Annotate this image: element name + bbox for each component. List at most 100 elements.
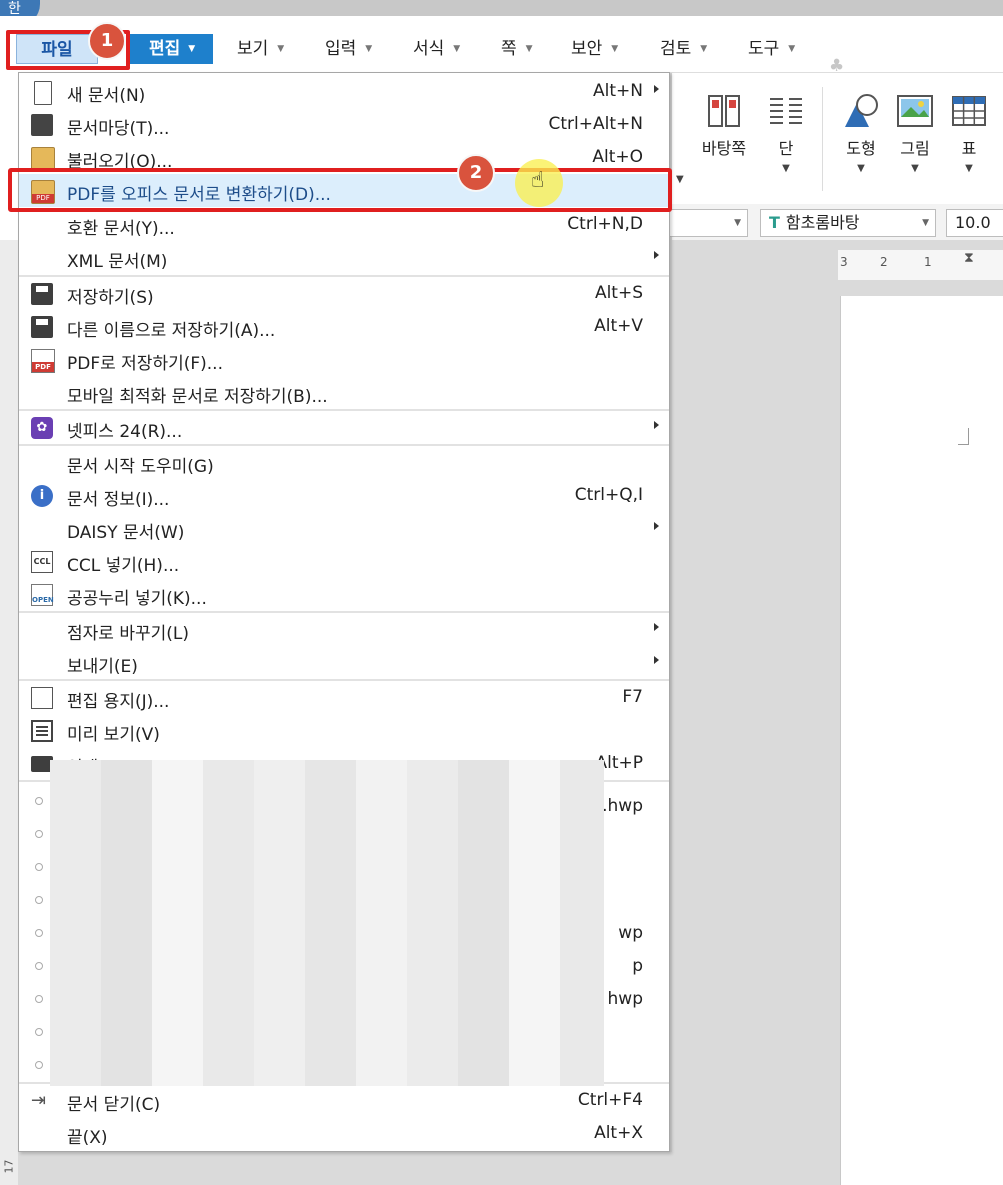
redaction-pixel: [458, 862, 510, 914]
tab-format[interactable]: 서식 ▼: [413, 36, 460, 62]
recent-file-bullet-icon: [35, 929, 43, 937]
redaction-pixel: [356, 862, 408, 914]
column-button[interactable]: 단 ▼: [760, 93, 812, 174]
font-size-combo[interactable]: 10.0: [946, 209, 1003, 237]
redaction-pixel: [152, 1066, 204, 1086]
table-label: 표: [961, 139, 977, 158]
chevron-down-icon: ▼: [188, 44, 196, 54]
menu-item-save-pdf[interactable]: PDF PDF로 저장하기(F)...: [19, 343, 669, 376]
redaction-pixel: [254, 1066, 306, 1086]
menu-item-label: 공공누리 넣기(K)...: [67, 589, 207, 609]
horizontal-ruler[interactable]: 3 2 1 ⧗: [838, 250, 1003, 280]
redaction-pixel: [356, 1015, 408, 1067]
redaction-pixel: [458, 760, 510, 812]
menu-item-shortcut: Ctrl+F4: [577, 1090, 643, 1110]
menu-item-send[interactable]: 보내기(E): [19, 646, 669, 679]
new-document-icon: [34, 81, 52, 105]
redaction-pixel: [254, 913, 306, 965]
menu-item-label: DAISY 문서(W): [67, 523, 185, 543]
chevron-down-icon: ▼: [365, 44, 373, 54]
menu-item-label: 편집 용지(J)...: [67, 692, 170, 712]
help-icon[interactable]: ♣: [829, 56, 851, 76]
page-setup-icon: [31, 687, 53, 709]
menu-item-label: 넷피스 24(R)...: [67, 422, 183, 442]
menu-item-template[interactable]: 문서마당(T)... Ctrl+Alt+N: [19, 108, 669, 141]
recent-file-bullet-icon: [35, 962, 43, 970]
redaction-pixel: [305, 760, 357, 812]
menu-item-braille[interactable]: 점자로 바꾸기(L): [19, 613, 669, 646]
vertical-ruler[interactable]: 17: [0, 240, 18, 1185]
menu-item-save-as[interactable]: 다른 이름으로 저장하기(A)... Alt+V: [19, 310, 669, 343]
menu-item-insert-ccl[interactable]: CCL CCL 넣기(H)...: [19, 545, 669, 578]
menu-item-daisy[interactable]: DAISY 문서(W): [19, 512, 669, 545]
tab-edit[interactable]: 편집 ▼: [128, 34, 213, 64]
step-marker-1-number: 1: [100, 30, 114, 51]
menu-item-label: CCL 넣기(H)...: [67, 556, 180, 576]
tab-page-label: 쪽: [501, 39, 517, 59]
tab-insert[interactable]: 입력 ▼: [325, 36, 372, 62]
picture-label: 그림: [900, 139, 930, 158]
menu-item-close-document[interactable]: ⇥ 문서 닫기(C) Ctrl+F4: [19, 1084, 669, 1117]
chevron-down-icon: ▼: [525, 44, 533, 54]
netffice-icon: ✿: [31, 417, 53, 439]
tab-page[interactable]: 쪽 ▼: [501, 36, 533, 62]
redaction-pixel: [560, 760, 604, 812]
step-marker-2-number: 2: [469, 162, 483, 183]
chevron-down-icon: ▼: [965, 163, 973, 174]
menu-item-insert-open-license[interactable]: OPEN 공공누리 넣기(K)...: [19, 578, 669, 611]
ruler-tick: 1: [924, 255, 932, 269]
chevron-down-icon: ▼: [911, 163, 919, 174]
redaction-pixel: [50, 1015, 102, 1067]
tab-tools[interactable]: 도구 ▼: [748, 36, 795, 62]
menu-item-save[interactable]: 저장하기(S) Alt+S: [19, 277, 669, 310]
shape-label: 도형: [846, 139, 876, 158]
redaction-pixel: [101, 1066, 153, 1086]
shape-button[interactable]: 도형 ▼: [838, 93, 884, 174]
menu-item-shortcut: Ctrl+Alt+N: [548, 114, 643, 134]
recent-file-bullet-icon: [35, 797, 43, 805]
master-page-icon: [706, 93, 742, 129]
recent-file-bullet-icon: [35, 830, 43, 838]
tab-view[interactable]: 보기 ▼: [237, 36, 284, 62]
ribbon-separator: [822, 87, 823, 191]
redaction-pixel: [560, 811, 604, 863]
chevron-down-icon: ▼: [734, 218, 741, 228]
redaction-pixel: [509, 811, 561, 863]
redaction-pixel: [509, 862, 561, 914]
menu-item-page-setup[interactable]: 편집 용지(J)... F7: [19, 681, 669, 714]
redaction-pixel: [356, 811, 408, 863]
menu-item-compat-document[interactable]: 호환 문서(Y)... Ctrl+N,D: [19, 208, 669, 241]
redaction-pixel: [50, 862, 102, 914]
submenu-arrow-icon: [654, 421, 659, 429]
redacted-recent-files: [50, 760, 604, 1086]
menu-item-doc-info[interactable]: i 문서 정보(I)... Ctrl+Q,I: [19, 479, 669, 512]
window-top-strip: [0, 0, 1003, 16]
table-button[interactable]: 표 ▼: [946, 93, 992, 174]
highlight-box-pdf-convert: [8, 168, 672, 212]
recent-file-bullet-icon: [35, 896, 43, 904]
picture-button[interactable]: 그림 ▼: [892, 93, 938, 174]
tab-security[interactable]: 보안 ▼: [571, 36, 618, 62]
redaction-pixel: [509, 1066, 561, 1086]
menu-item-save-mobile[interactable]: 모바일 최적화 문서로 저장하기(B)...: [19, 376, 669, 409]
menu-item-netffice[interactable]: ✿ 넷피스 24(R)...: [19, 411, 669, 444]
redaction-pixel: [152, 1015, 204, 1067]
indent-marker-icon[interactable]: ⧗: [964, 250, 974, 266]
menu-item-new-document[interactable]: 새 문서(N) Alt+N: [19, 75, 669, 108]
master-page-button[interactable]: 바탕쪽: [696, 93, 752, 159]
recent-file-bullet-icon: [35, 1028, 43, 1036]
menu-item-exit[interactable]: 끝(X) Alt+X: [19, 1117, 669, 1150]
menu-item-xml-document[interactable]: XML 문서(M): [19, 241, 669, 274]
menu-item-start-helper[interactable]: 문서 시작 도우미(G): [19, 446, 669, 479]
redaction-pixel: [356, 760, 408, 812]
style-combo[interactable]: ▼: [662, 209, 748, 237]
font-combo[interactable]: T 함초롬바탕 ▼: [760, 209, 936, 237]
page-margin-marker: [958, 428, 969, 445]
submenu-arrow-icon: [654, 251, 659, 259]
menu-item-preview[interactable]: 미리 보기(V): [19, 714, 669, 747]
redaction-pixel: [254, 1015, 306, 1067]
tab-review-label: 검토: [660, 39, 692, 59]
document-page[interactable]: [840, 296, 1003, 1185]
tab-review[interactable]: 검토 ▼: [660, 36, 707, 62]
redaction-pixel: [458, 811, 510, 863]
